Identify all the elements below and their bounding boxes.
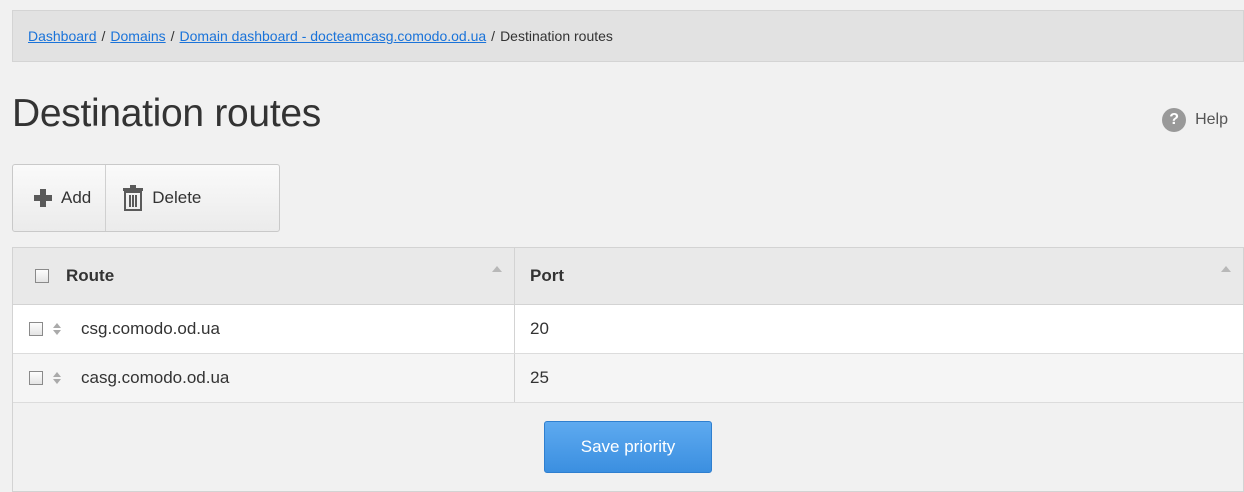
header-route-cell: Route [13,248,514,304]
route-cell: csg.comodo.od.ua [13,305,515,353]
toolbar: Add Delete [12,164,280,232]
trash-icon [123,185,144,211]
port-value: 20 [530,319,549,338]
breadcrumb-separator: / [491,28,496,44]
breadcrumb-separator: / [170,28,175,44]
delete-button[interactable]: Delete [106,165,221,231]
header-port-cell: Port [515,248,1243,304]
plus-icon [34,189,52,207]
column-header-port[interactable]: Port [515,248,1243,304]
table-row[interactable]: csg.comodo.od.ua 20 [13,305,1243,354]
question-circle-icon: ? [1162,108,1187,132]
table-row[interactable]: casg.comodo.od.ua 25 [13,354,1243,403]
column-header-route-label: Route [66,266,115,285]
port-value: 25 [530,368,549,387]
table-footer: Save priority [13,403,1243,491]
save-priority-button[interactable]: Save priority [544,421,712,473]
breadcrumb-current: Destination routes [500,28,613,44]
breadcrumb-separator: / [101,28,106,44]
column-header-route[interactable]: Route [13,248,515,304]
sort-arrow-icon[interactable] [1221,266,1231,272]
route-value: casg.comodo.od.ua [81,368,230,387]
breadcrumb-link-domains[interactable]: Domains [110,28,165,44]
drag-handle-icon[interactable] [52,372,62,384]
route-cell: casg.comodo.od.ua [13,354,515,402]
drag-handle-icon[interactable] [52,323,62,335]
help-label: Help [1195,111,1228,128]
page-title: Destination routes [12,92,321,135]
port-cell: 20 [515,305,1243,353]
breadcrumb-link-domain-dashboard[interactable]: Domain dashboard - docteamcasg.comodo.od… [180,28,487,44]
add-button[interactable]: Add [13,165,107,231]
routes-table: Route Port csg.comodo.od.ua 20 casg.como… [12,247,1244,492]
row-checkbox[interactable] [29,322,43,336]
sort-arrow-icon[interactable] [492,266,502,272]
row-checkbox[interactable] [29,371,43,385]
select-all-checkbox[interactable] [35,269,49,283]
help-link[interactable]: ? Help [1162,108,1228,132]
table-header: Route Port [13,248,1243,305]
route-value: csg.comodo.od.ua [81,319,220,338]
port-cell: 25 [515,354,1243,402]
breadcrumb-link-dashboard[interactable]: Dashboard [28,28,97,44]
delete-button-label: Delete [152,188,202,207]
column-header-port-label: Port [530,266,564,285]
add-button-label: Add [61,188,92,207]
breadcrumb: Dashboard / Domains / Domain dashboard -… [12,10,1244,62]
